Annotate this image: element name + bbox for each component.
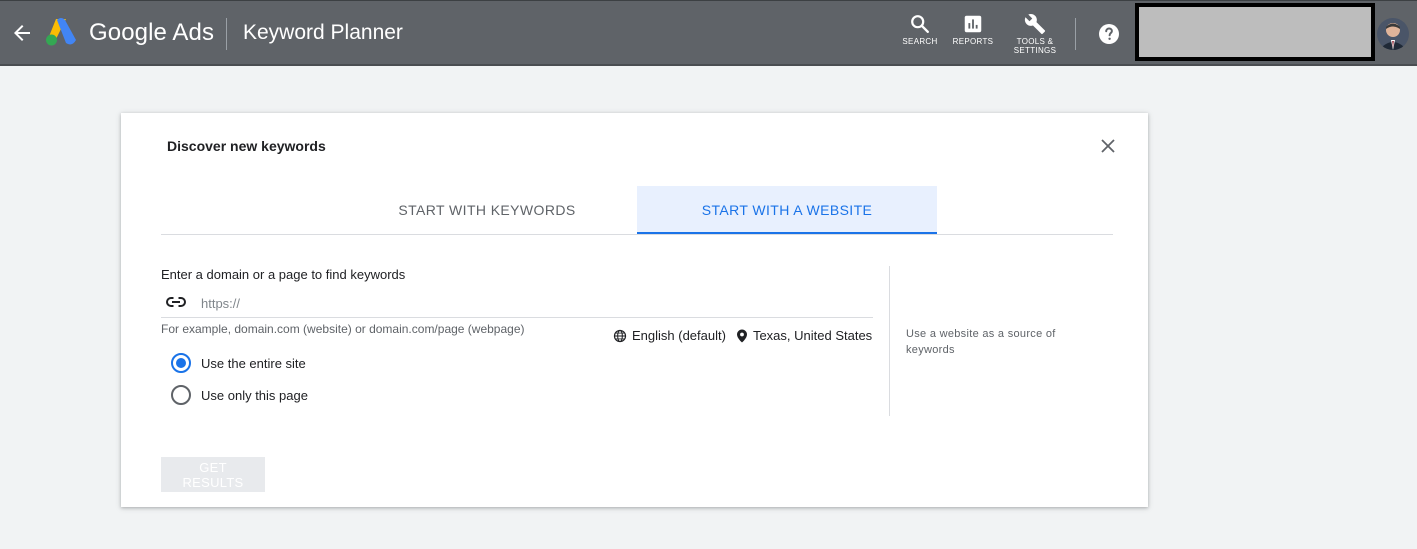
radio-only-this-page[interactable] [171,385,191,405]
location-label: Texas, United States [752,328,873,343]
brand-name[interactable]: Google Ads [89,19,214,47]
user-avatar-icon [1377,18,1409,50]
search-icon [911,15,929,33]
account-selector-redacted[interactable] [1135,3,1375,61]
wrench-icon [1024,14,1046,35]
search-tool-label: SEARCH [902,37,938,46]
option-entire-site-label: Use the entire site [201,355,306,371]
option-entire-site[interactable]: Use the entire site [171,353,306,373]
top-app-bar: Google Ads Keyword Planner SEARCH REPORT… [0,0,1417,66]
toolbar-divider [1075,18,1076,50]
option-only-this-page[interactable]: Use only this page [171,385,308,405]
link-icon [166,297,186,307]
get-results-button[interactable]: GET RESULTS [161,457,265,492]
side-help-text: Use a website as a source of keywords [906,328,1056,356]
start-tabs: START WITH KEYWORDS START WITH A WEBSITE [161,186,1113,235]
tools-settings-button[interactable]: TOOLS & SETTINGS [1008,13,1062,55]
radio-entire-site[interactable] [171,353,191,373]
reports-icon [964,15,982,33]
language-selector[interactable]: English (default) [613,328,726,343]
url-field-label: Enter a domain or a page to find keyword… [161,267,406,282]
close-icon[interactable] [1098,136,1118,156]
tools-settings-label: TOOLS & SETTINGS [1013,37,1057,55]
search-tool-button[interactable]: SEARCH [900,13,940,46]
avatar[interactable] [1377,18,1409,50]
side-divider [889,266,890,416]
back-arrow-icon[interactable] [10,21,34,45]
account-redaction [1139,7,1371,57]
reports-tool-label: REPORTS [952,37,994,46]
dialog-title: Discover new keywords [167,138,326,154]
locale-settings: English (default) Texas, United States [613,328,872,343]
url-input[interactable] [199,292,859,314]
language-label: English (default) [632,328,726,343]
reports-tool-button[interactable]: REPORTS [950,13,996,46]
google-ads-logo [46,18,76,46]
url-helper-text: For example, domain.com (website) or dom… [161,322,525,336]
location-pin-icon [736,329,747,342]
help-icon[interactable] [1097,22,1121,46]
option-only-this-page-label: Use only this page [201,387,308,403]
url-field [161,289,873,318]
tab-start-with-keywords[interactable]: START WITH KEYWORDS [337,186,637,234]
discover-keywords-dialog: Discover new keywords START WITH KEYWORD… [121,113,1148,507]
location-selector[interactable]: Texas, United States [736,328,872,343]
globe-icon [613,329,627,342]
brand-divider [226,18,227,50]
page-title: Keyword Planner [243,21,403,44]
tab-start-with-website[interactable]: START WITH A WEBSITE [637,186,937,234]
